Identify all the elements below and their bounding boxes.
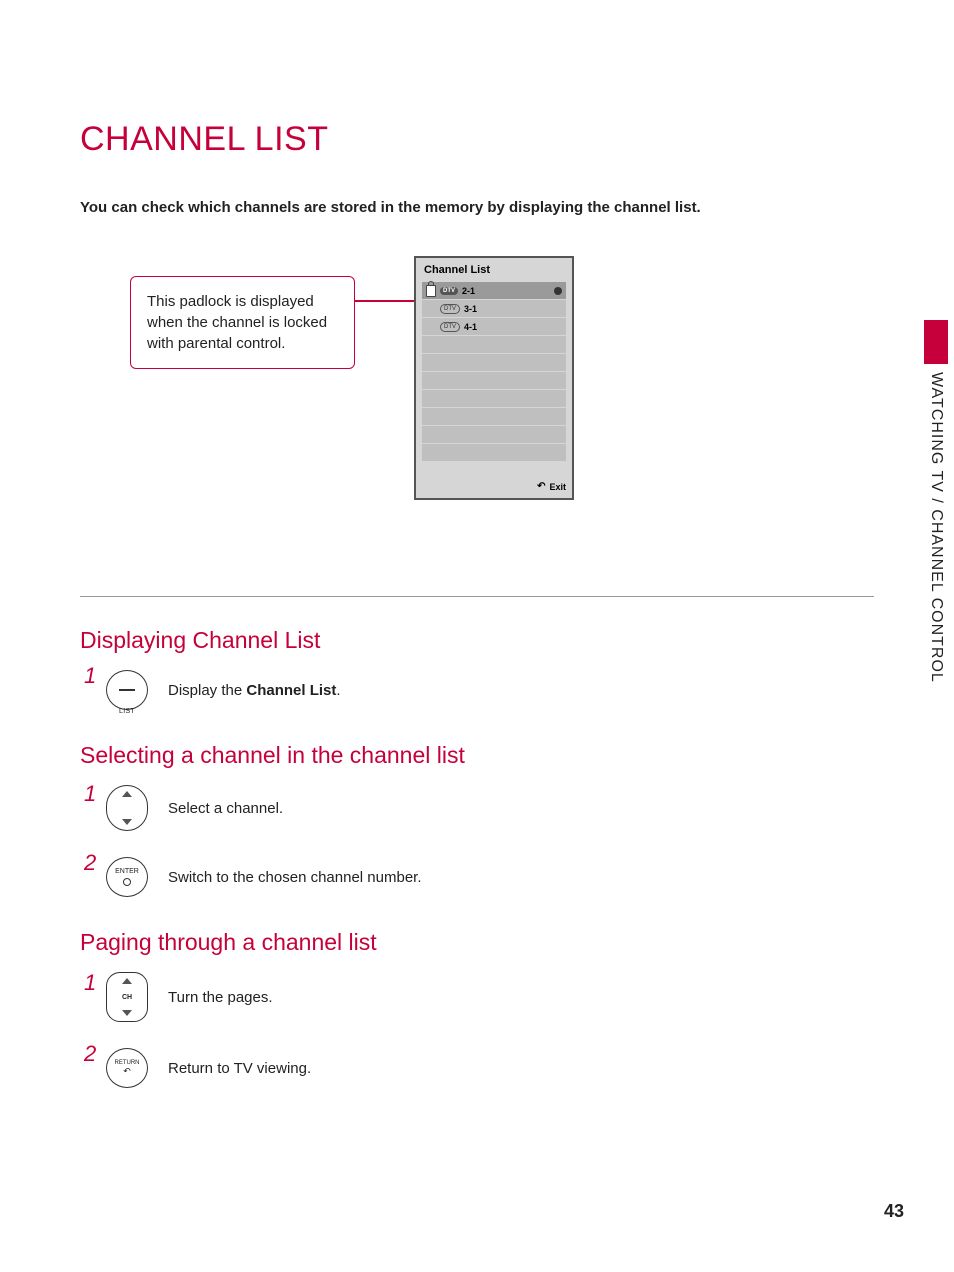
step-text: Return to TV viewing. [168, 1060, 311, 1077]
osd-row-empty [422, 390, 566, 407]
step-number: 2 [84, 1041, 98, 1067]
exit-label: Exit [549, 482, 566, 492]
osd-row-empty [422, 444, 566, 461]
section-divider [80, 596, 874, 597]
osd-row-empty [422, 336, 566, 353]
side-tab-bar [924, 320, 948, 364]
chevron-down-icon [122, 1010, 132, 1016]
step-text: Select a channel. [168, 800, 283, 817]
channel-number: 2-1 [462, 286, 475, 296]
section-heading-display: Displaying Channel List [80, 627, 874, 654]
chevron-up-icon [122, 791, 132, 797]
step-number: 1 [84, 781, 98, 807]
selection-dot-icon [554, 287, 562, 295]
osd-row-empty [422, 426, 566, 443]
step-paging-2: 2 RETURN ↶ Return to TV viewing. [80, 1046, 874, 1090]
section-heading-select: Selecting a channel in the channel list [80, 742, 874, 769]
osd-row-2: DTV 3-1 [422, 300, 566, 317]
step-text: Switch to the chosen channel number. [168, 869, 422, 886]
osd-rows: DTV 2-1 DTV 3-1 DTV 4-1 [422, 282, 566, 461]
channel-number: 4-1 [464, 322, 477, 332]
step-number: 1 [84, 970, 98, 996]
dtv-badge: DTV [440, 287, 458, 295]
step-display-1: 1 LIST Display the Channel List. [80, 668, 874, 712]
lock-icon [426, 285, 436, 297]
callout-text: This padlock is displayed when the chann… [147, 293, 327, 352]
osd-row-empty [422, 372, 566, 389]
osd-row-1: DTV 2-1 [422, 282, 566, 299]
page-title: CHANNEL LIST [80, 120, 874, 159]
button-inner-label: CH [122, 994, 132, 1001]
section-heading-paging: Paging through a channel list [80, 929, 874, 956]
page-number: 43 [884, 1201, 904, 1222]
enter-dot-icon [123, 878, 131, 886]
callout-box: This padlock is displayed when the chann… [130, 276, 355, 369]
side-tab: WATCHING TV / CHANNEL CONTROL [918, 320, 954, 683]
osd-row-empty [422, 408, 566, 425]
enter-button-icon: ENTER [104, 855, 150, 899]
osd-row-3: DTV 4-1 [422, 318, 566, 335]
side-tab-label: WATCHING TV / CHANNEL CONTROL [927, 372, 945, 683]
step-number: 1 [84, 663, 98, 689]
osd-title: Channel List [422, 264, 566, 276]
figure-row: This padlock is displayed when the chann… [80, 256, 874, 556]
step-number: 2 [84, 850, 98, 876]
step-select-2: 2 ENTER Switch to the chosen channel num… [80, 855, 874, 899]
button-label: LIST [104, 708, 150, 715]
step-select-1: 1 Select a channel. [80, 783, 874, 833]
osd-row-empty [422, 354, 566, 371]
osd-footer: ↶ Exit [422, 481, 566, 492]
dtv-badge: DTV [440, 304, 460, 314]
return-icon: ↶ [537, 481, 545, 492]
osd-panel: Channel List DTV 2-1 DTV 3-1 DTV 4-1 [414, 256, 574, 500]
chevron-up-icon [122, 978, 132, 984]
intro-text: You can check which channels are stored … [80, 199, 874, 216]
chevron-down-icon [122, 819, 132, 825]
list-button-icon: LIST [104, 668, 150, 712]
step-text: Display the Channel List. [168, 682, 341, 699]
button-inner-label: ENTER [115, 868, 139, 875]
channel-number: 3-1 [464, 304, 477, 314]
updown-button-icon [104, 783, 150, 833]
ch-button-icon: CH [104, 970, 150, 1024]
dtv-badge: DTV [440, 322, 460, 332]
return-button-icon: RETURN ↶ [104, 1046, 150, 1090]
step-text: Turn the pages. [168, 989, 273, 1006]
step-paging-1: 1 CH Turn the pages. [80, 970, 874, 1024]
return-icon: ↶ [115, 1067, 140, 1077]
